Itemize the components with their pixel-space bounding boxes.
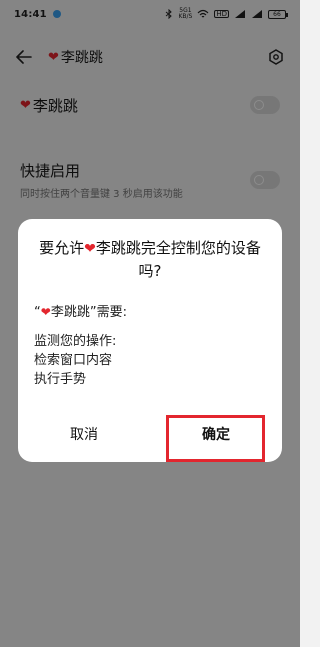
cancel-button[interactable]: 取消 [18,417,150,451]
dialog-needs-line: “❤ 李跳跳 ”需要: [34,303,270,322]
dialog-title-suffix: 完全控制您的设备吗? [138,239,261,280]
needs-close: ”需要: [89,305,127,320]
confirm-highlight-box [166,415,265,462]
dialog-title: 要允许❤李跳跳完全控制您的设备吗? [18,237,282,282]
needs-app-name: 李跳跳 [50,305,90,320]
dialog-body: “❤ 李跳跳 ”需要: 监测您的操作: 检索窗口内容 执行手势 [34,303,270,389]
permission-item: 检索窗口内容 [34,353,113,368]
permission-item: 监测您的操作: [34,334,117,349]
permission-item: 执行手势 [34,372,87,387]
heart-icon: ❤ [40,305,51,319]
dialog-title-app: 李跳跳 [95,239,141,257]
heart-icon: ❤ [84,241,96,257]
needs-open-quote: “ [34,305,41,320]
dialog-title-prefix: 要允许 [39,239,85,257]
